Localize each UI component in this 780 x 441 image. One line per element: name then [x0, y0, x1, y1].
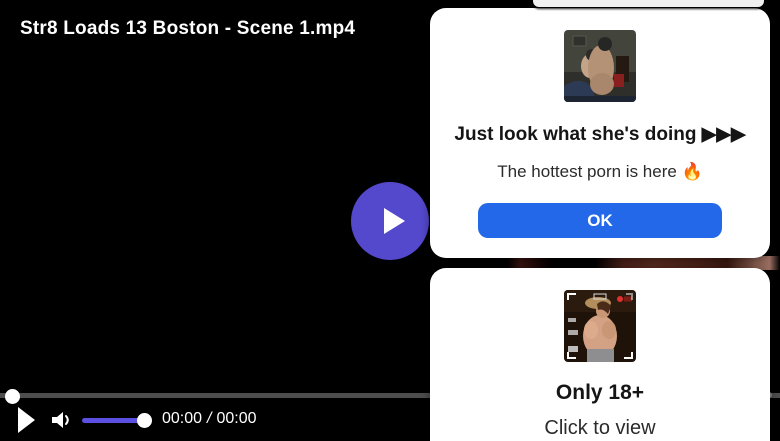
- volume-button[interactable]: [49, 408, 73, 432]
- seek-bar-thumb[interactable]: [5, 389, 20, 404]
- current-time: 00:00: [162, 410, 203, 427]
- camera-recording-image: [564, 290, 636, 362]
- ok-button[interactable]: OK: [478, 203, 722, 238]
- video-title: Str8 Loads 13 Boston - Scene 1.mp4: [20, 18, 356, 39]
- webcam-couple-image: [564, 30, 636, 102]
- big-play-button[interactable]: [351, 182, 429, 260]
- time-display: 00:00/00:00: [162, 410, 257, 428]
- volume-slider-thumb[interactable]: [137, 413, 152, 428]
- ad-subtext: The hottest porn is here 🔥: [497, 162, 703, 181]
- play-icon: [383, 208, 405, 234]
- video-page: Str8 Loads 13 Boston - Scene 1.mp4 00:00…: [0, 0, 780, 441]
- duration: 00:00: [216, 410, 257, 427]
- click-to-view-link[interactable]: Click to view: [430, 417, 770, 440]
- ad-popup-bottom[interactable]: Only 18+ Click to view: [430, 268, 770, 441]
- control-play-button[interactable]: [18, 407, 37, 433]
- time-separator: /: [207, 410, 212, 427]
- volume-slider[interactable]: [82, 418, 145, 423]
- ad-thumbnail-camera[interactable]: [564, 290, 636, 362]
- ad-thumbnail-webcam[interactable]: [564, 30, 636, 102]
- speaker-icon: [52, 412, 69, 428]
- age-heading: Only 18+: [555, 381, 645, 404]
- ad-popup-top: Just look what she's doing ▶▶▶ The hotte…: [430, 8, 770, 258]
- ad-heading: Just look what she's doing ▶▶▶: [454, 124, 746, 145]
- stacked-popup-edge[interactable]: [533, 0, 764, 7]
